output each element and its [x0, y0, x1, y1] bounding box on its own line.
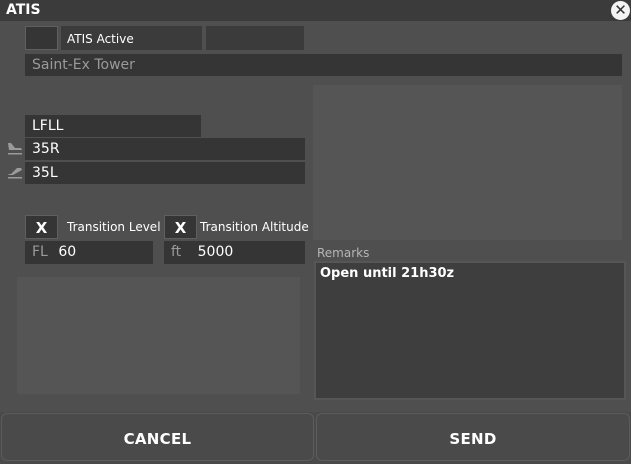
transition-level-toggle[interactable]: X	[25, 215, 58, 239]
transition-altitude-field[interactable]: ft 5000	[164, 241, 305, 264]
landing-runway-field[interactable]: 35R	[25, 138, 305, 160]
transition-level-field[interactable]: FL 60	[25, 241, 153, 264]
transition-altitude-label: Transition Altitude	[200, 220, 309, 234]
airplane-takeoff-icon	[7, 165, 23, 179]
atis-active-checkbox[interactable]	[25, 26, 58, 50]
atis-active-label: ATIS Active	[67, 32, 134, 46]
remarks-textarea[interactable]: Open until 21h30z	[314, 261, 626, 400]
close-icon[interactable]: ✕	[611, 1, 630, 20]
remarks-text: Open until 21h30z	[320, 266, 455, 281]
transition-altitude-value: 5000	[197, 244, 234, 260]
title-bar	[0, 0, 631, 21]
departure-runway-field[interactable]: 35L	[25, 162, 305, 184]
transition-level-unit: FL	[32, 244, 48, 260]
remarks-label: Remarks	[317, 246, 370, 260]
window-title: ATIS	[6, 2, 41, 18]
airport-icao-field[interactable]: LFLL	[25, 115, 201, 137]
transition-altitude-unit: ft	[171, 244, 182, 260]
send-button[interactable]: SEND	[316, 413, 630, 461]
weather-panel	[313, 85, 622, 240]
airplane-landing-icon	[7, 141, 23, 155]
transition-altitude-toggle[interactable]: X	[164, 215, 197, 239]
station-name-field[interactable]: Saint-Ex Tower	[25, 54, 622, 76]
info-panel	[17, 277, 300, 394]
atis-letter-box	[206, 26, 304, 50]
cancel-button[interactable]: CANCEL	[1, 413, 314, 461]
transition-level-value: 60	[58, 244, 77, 260]
transition-level-label: Transition Level	[67, 220, 161, 234]
